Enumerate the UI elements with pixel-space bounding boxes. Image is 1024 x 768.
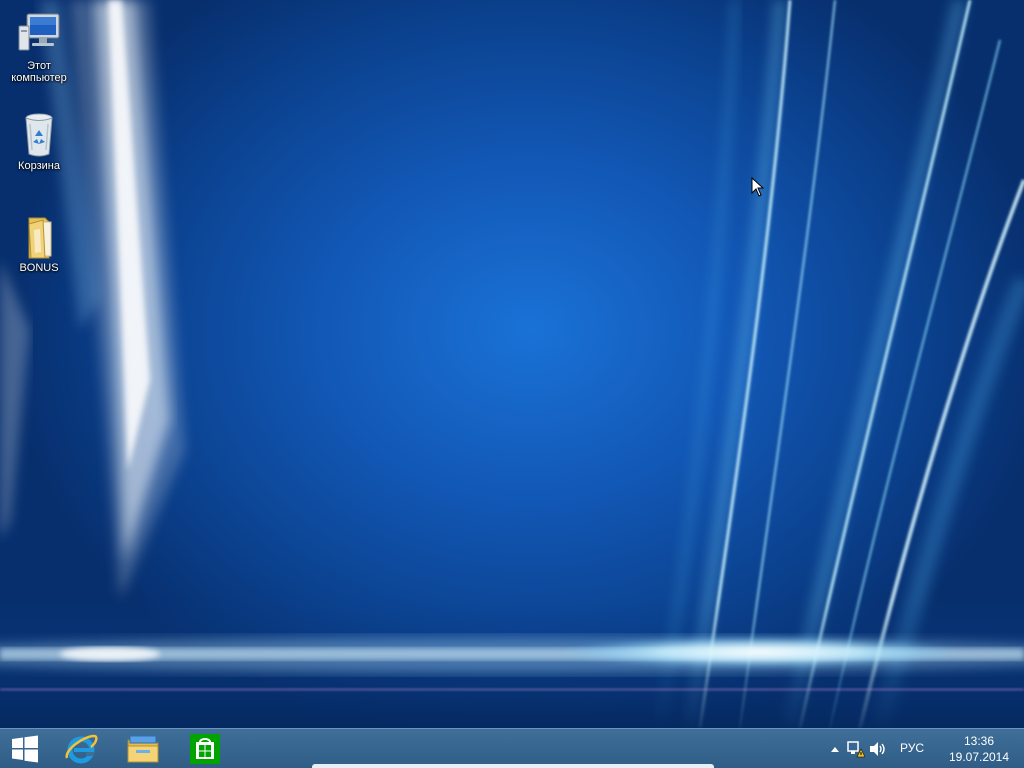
show-hidden-icons-button[interactable] xyxy=(828,729,842,768)
folder-icon xyxy=(15,212,63,260)
system-tray: РУС 13:36 19.07.2014 xyxy=(824,729,1024,768)
clock-time: 13:36 xyxy=(963,734,995,748)
network-warning-icon xyxy=(847,741,865,758)
start-button[interactable] xyxy=(0,729,50,768)
internet-explorer-icon xyxy=(65,734,98,764)
taskbar-file-explorer-button[interactable] xyxy=(114,729,172,768)
desktop-icon-recycle-bin[interactable]: Корзина xyxy=(4,110,74,172)
language-indicator[interactable]: РУС xyxy=(892,729,936,768)
mouse-cursor-icon xyxy=(751,176,765,201)
desktop-icon-label: BONUS xyxy=(19,262,59,274)
volume-button[interactable] xyxy=(868,729,888,768)
desktop-icon-bonus-folder[interactable]: BONUS xyxy=(4,212,74,274)
speaker-icon xyxy=(870,742,885,756)
store-icon xyxy=(190,734,220,764)
desktop-icon-this-pc[interactable]: Этот компьютер xyxy=(4,10,74,84)
chevron-up-icon xyxy=(831,747,839,752)
desktop-wallpaper xyxy=(0,0,1024,728)
taskbar-store-button[interactable] xyxy=(176,729,234,768)
taskbar-highlight-strip xyxy=(312,764,714,768)
language-label: РУС xyxy=(900,741,925,755)
taskbar: РУС 13:36 19.07.2014 xyxy=(0,728,1024,768)
network-status-button[interactable] xyxy=(846,729,866,768)
desktop-icon-label: Этот компьютер xyxy=(11,60,67,84)
taskbar-internet-explorer-button[interactable] xyxy=(52,729,110,768)
clock[interactable]: 13:36 19.07.2014 xyxy=(944,729,1014,768)
clock-date: 19.07.2014 xyxy=(948,750,1010,764)
recycle-bin-icon xyxy=(15,110,63,158)
windows-logo-icon xyxy=(12,735,38,763)
desktop-icon-label: Корзина xyxy=(18,160,60,172)
file-explorer-icon xyxy=(127,735,159,763)
computer-icon xyxy=(15,10,63,58)
